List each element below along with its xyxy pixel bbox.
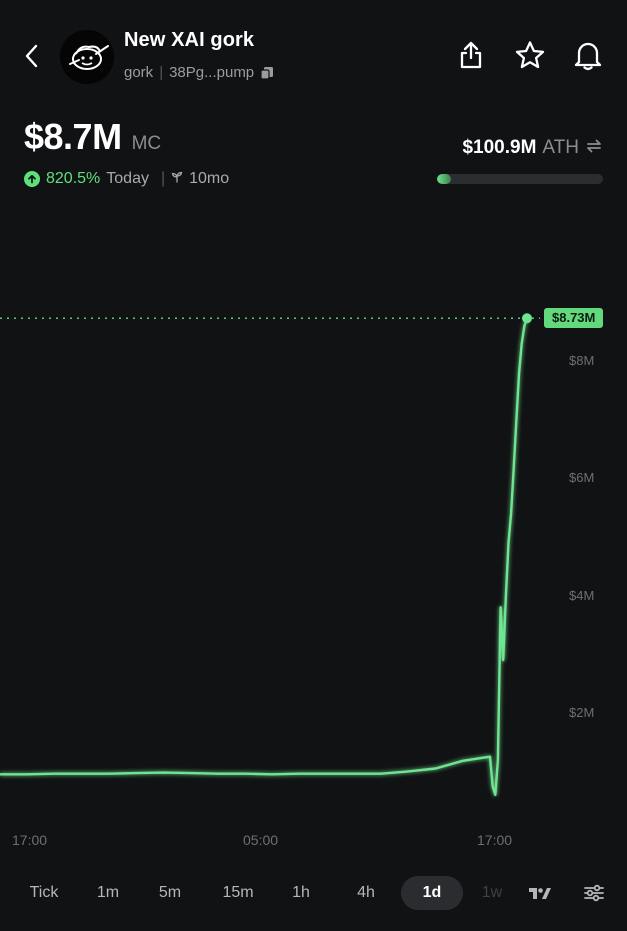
current-price-tag: $8.73M bbox=[544, 308, 604, 329]
x-tick-label: 17:00 bbox=[477, 832, 513, 848]
price-chart[interactable] bbox=[0, 0, 627, 931]
timeframe-1w[interactable]: 1w bbox=[478, 876, 506, 910]
y-tick-label: $6M bbox=[569, 470, 595, 486]
timeframe-tick[interactable]: Tick bbox=[22, 876, 66, 910]
y-tick-label: $4M bbox=[569, 587, 595, 603]
y-tick-label: $8M bbox=[569, 353, 595, 369]
token-screen: New XAI gork gork | 38Pg...pump $8.7M MC… bbox=[0, 0, 627, 931]
x-tick-label: 05:00 bbox=[243, 832, 279, 848]
timeframe-5m[interactable]: 5m bbox=[150, 876, 190, 910]
y-tick-label: $2M bbox=[569, 704, 595, 720]
timeframe-1m[interactable]: 1m bbox=[92, 876, 124, 910]
timeframe-1d[interactable]: 1d bbox=[401, 876, 463, 910]
timeframe-1h[interactable]: 1h bbox=[285, 876, 317, 910]
current-price-marker bbox=[522, 313, 532, 324]
sliders-icon[interactable] bbox=[580, 880, 608, 906]
price-series-line bbox=[0, 317, 529, 796]
x-tick-label: 17:00 bbox=[12, 832, 48, 848]
timeframe-4h[interactable]: 4h bbox=[346, 876, 386, 910]
tradingview-icon[interactable] bbox=[526, 880, 554, 906]
timeframe-bar: Tick 1m 5m 15m 1h 4h 1d 1w bbox=[0, 872, 627, 916]
timeframe-15m[interactable]: 15m bbox=[214, 876, 262, 910]
